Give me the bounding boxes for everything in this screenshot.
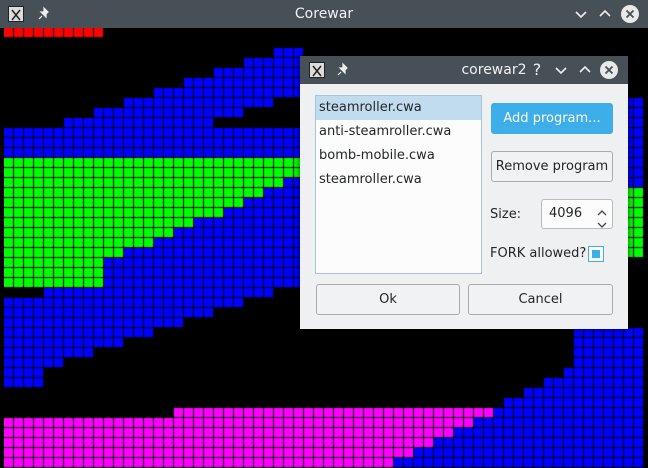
dialog-pin-icon[interactable]: [335, 62, 351, 78]
size-label: Size:: [490, 207, 522, 222]
dialog-minimize-icon[interactable]: [552, 61, 570, 79]
spin-down-icon[interactable]: [596, 215, 608, 234]
minimize-icon[interactable]: [572, 5, 590, 23]
program-list-item[interactable]: anti-steamroller.cwa: [316, 120, 481, 144]
program-list[interactable]: steamroller.cwa anti-steamroller.cwa bom…: [315, 95, 482, 274]
size-value[interactable]: 4096: [549, 200, 582, 228]
dialog-app-icon[interactable]: [309, 62, 325, 78]
dialog-close-icon[interactable]: [600, 61, 618, 79]
window-title: Corewar: [294, 6, 354, 22]
fork-label: FORK allowed?: [490, 246, 587, 261]
fork-checkbox[interactable]: [588, 246, 604, 262]
close-icon[interactable]: [621, 5, 639, 23]
program-list-item[interactable]: bomb-mobile.cwa: [316, 144, 481, 168]
remove-program-button[interactable]: Remove program: [491, 151, 613, 182]
add-program-button[interactable]: Add program...: [491, 103, 613, 134]
program-list-item[interactable]: steamroller.cwa: [316, 96, 481, 120]
dialog-titlebar[interactable]: corewar2 ?: [300, 56, 628, 84]
help-icon[interactable]: ?: [528, 61, 546, 79]
maximize-icon[interactable]: [596, 5, 614, 23]
check-mark-icon: [592, 250, 600, 258]
cancel-button[interactable]: Cancel: [468, 284, 613, 315]
size-spinbox[interactable]: 4096: [541, 199, 613, 229]
program-list-item[interactable]: steamroller.cwa: [316, 168, 481, 192]
dialog-maximize-icon[interactable]: [576, 61, 594, 79]
main-titlebar[interactable]: Corewar: [0, 0, 648, 28]
ok-button[interactable]: Ok: [316, 284, 460, 315]
